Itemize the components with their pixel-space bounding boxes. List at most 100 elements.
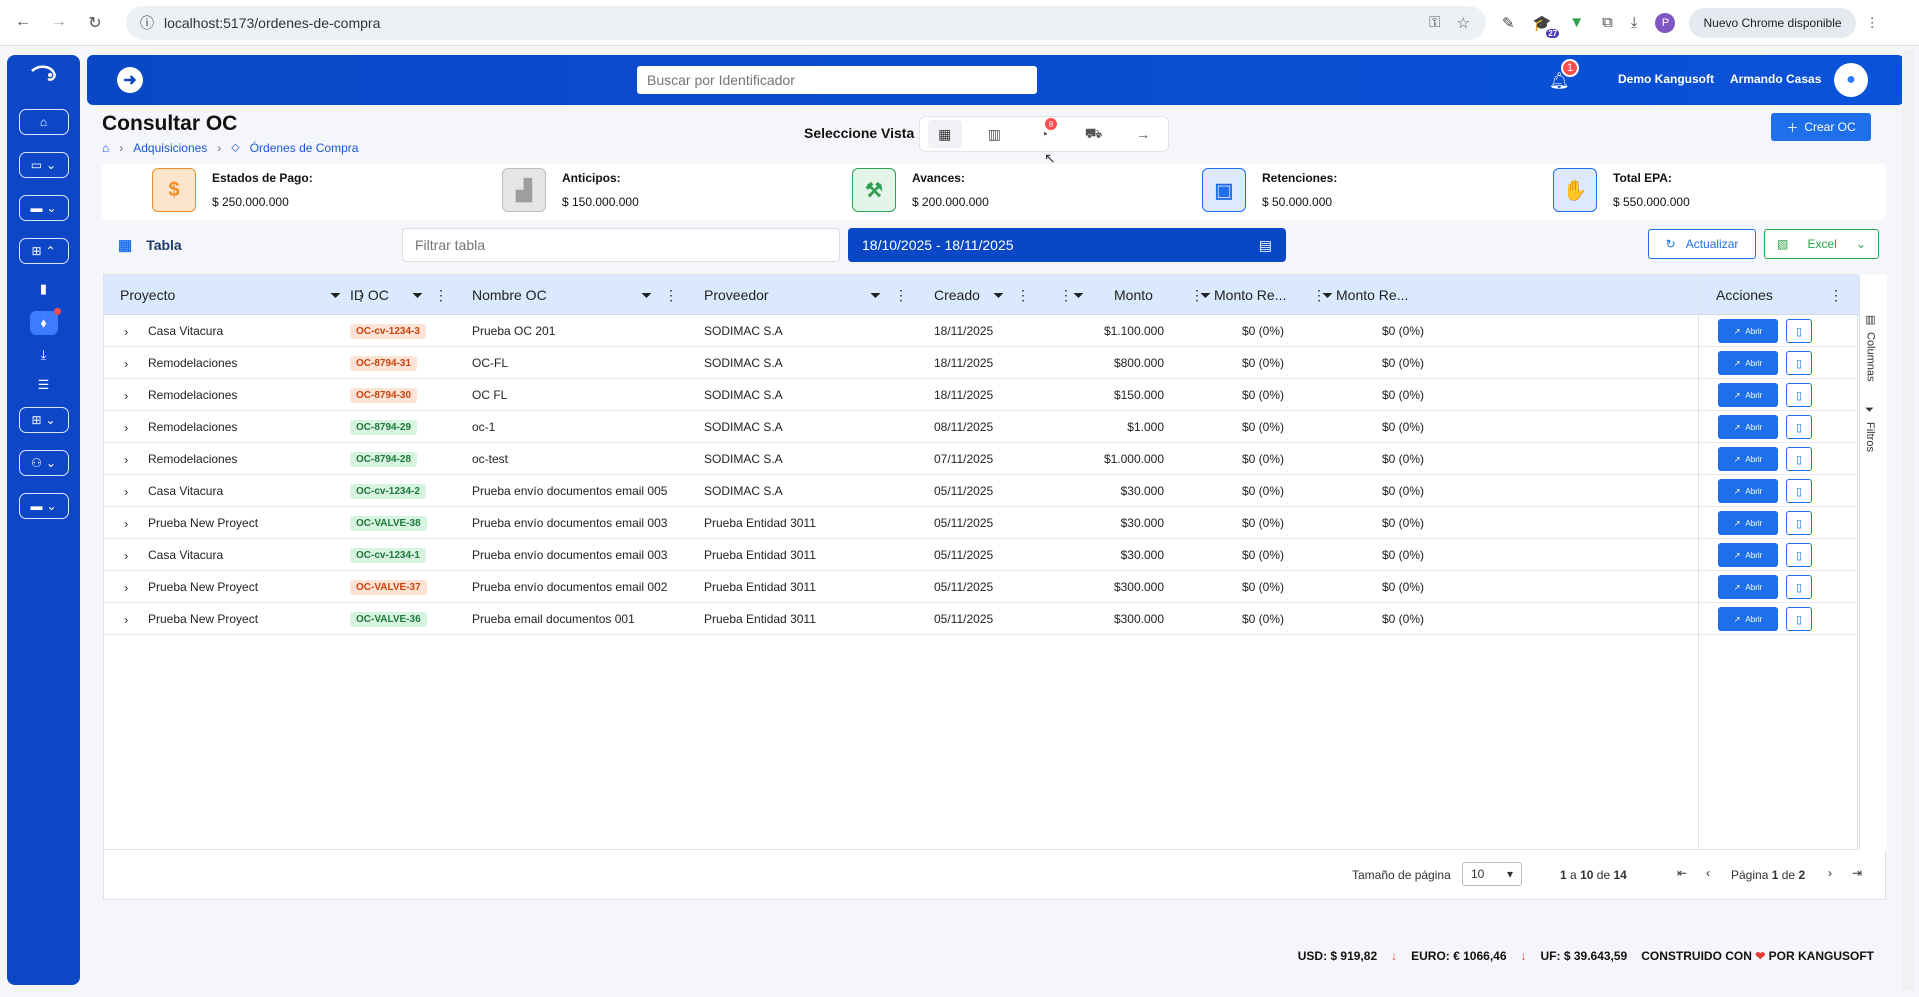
view-approvals-button[interactable]: ◔ 8	[1027, 118, 1061, 148]
filter-icon[interactable]: ⏷	[1073, 275, 1084, 315]
back-icon[interactable]: ←	[14, 13, 32, 33]
puzzle-icon[interactable]: ⧉	[1602, 14, 1613, 31]
chrome-update-button[interactable]: Nuevo Chrome disponible	[1689, 7, 1856, 38]
column-menu-icon[interactable]: ⋮	[1059, 275, 1073, 315]
excel-export-button[interactable]: ▧ Excel ⌄	[1764, 229, 1879, 259]
open-oc-button[interactable]: ↗ Abrir	[1718, 575, 1778, 599]
oc-status-pill[interactable]: OC-VALVE-36	[350, 611, 427, 627]
address-bar[interactable]: ⓘ localhost:5173/ordenes-de-compra ⚿ ☆	[126, 5, 1486, 40]
col-id-oc[interactable]: ID OC	[350, 275, 389, 315]
graduation-extension-icon[interactable]: 🎓 27	[1533, 14, 1560, 38]
open-oc-button[interactable]: ↗ Abrir	[1718, 607, 1778, 631]
columns-tool[interactable]: ▥ Columnas	[1864, 313, 1877, 382]
star-icon[interactable]: ☆	[1457, 14, 1470, 32]
sidebar-file-item[interactable]: ▮	[40, 281, 47, 297]
oc-status-pill[interactable]: OC-cv-1234-1	[350, 547, 426, 563]
pdf-button[interactable]: ▯	[1786, 575, 1812, 599]
reload-icon[interactable]: ↻	[86, 13, 104, 33]
cell-id-oc[interactable]: OC-VALVE-36	[350, 603, 427, 635]
home-icon[interactable]: ⌂	[102, 141, 109, 155]
pdf-button[interactable]: ▯	[1786, 415, 1812, 439]
cell-id-oc[interactable]: OC-8794-31	[350, 347, 418, 379]
oc-status-pill[interactable]: OC-8794-28	[350, 451, 418, 467]
table-row[interactable]: › Casa Vitacura OC-cv-1234-1 Prueba envío d…	[104, 539, 1859, 571]
oc-status-pill[interactable]: OC-VALVE-37	[350, 579, 427, 595]
filter-icon[interactable]: ⏷	[1322, 275, 1333, 315]
column-menu-icon[interactable]: ⋮	[434, 275, 448, 315]
table-row[interactable]: › Remodelaciones OC-8794-31 OC-FL SODIMAC S.…	[104, 347, 1859, 379]
pen-extension-icon[interactable]: ✎	[1502, 14, 1515, 32]
column-menu-icon[interactable]: ⋮	[1829, 275, 1843, 315]
next-page-icon[interactable]: ›	[1828, 866, 1832, 880]
url-text[interactable]: localhost:5173/ordenes-de-compra	[164, 15, 380, 31]
view-cart-button[interactable]: ⛟	[1077, 120, 1111, 148]
filter-icon[interactable]: ⏷	[993, 275, 1004, 315]
toggle-sidebar-button[interactable]: ➜	[117, 67, 143, 93]
open-oc-button[interactable]: ↗ Abrir	[1718, 511, 1778, 535]
table-row[interactable]: › Prueba New Proyect OC-VALVE-38 Prueba env…	[104, 507, 1859, 539]
key-icon[interactable]: ⚿	[1429, 14, 1440, 32]
open-oc-button[interactable]: ↗ Abrir	[1718, 319, 1778, 343]
open-oc-button[interactable]: ↗ Abrir	[1718, 351, 1778, 375]
cell-id-oc[interactable]: OC-VALVE-38	[350, 507, 427, 539]
filters-tool[interactable]: ⏷ Filtros	[1864, 405, 1876, 452]
breadcrumb-ordenes[interactable]: Órdenes de Compra	[250, 141, 359, 155]
col-nombre-oc[interactable]: Nombre OC	[472, 275, 547, 315]
expand-row-icon[interactable]: ›	[124, 475, 128, 507]
oc-status-pill[interactable]: OC-VALVE-38	[350, 515, 427, 531]
last-page-icon[interactable]: ⇥	[1852, 866, 1862, 880]
filter-icon[interactable]: ⏷	[870, 275, 881, 315]
col-monto-re-1[interactable]: Monto Re...	[1214, 275, 1286, 315]
breadcrumb-adquisiciones[interactable]: Adquisiciones	[133, 141, 207, 155]
page-size-select[interactable]: 10 ▾	[1462, 862, 1522, 886]
col-acciones[interactable]: Acciones	[1716, 275, 1773, 315]
pdf-button[interactable]: ▯	[1786, 543, 1812, 567]
pdf-button[interactable]: ▯	[1786, 319, 1812, 343]
chrome-menu-icon[interactable]: ⋮	[1866, 15, 1879, 31]
view-forward-button[interactable]: →	[1126, 120, 1160, 148]
sidebar-download-item[interactable]: ⤓	[41, 347, 47, 363]
view-chart-button[interactable]: ▥	[977, 120, 1011, 148]
col-proyecto[interactable]: Proyecto	[120, 275, 175, 315]
table-row[interactable]: › Prueba New Proyect OC-VALVE-36 Prueba ema…	[104, 603, 1859, 635]
table-row[interactable]: › Casa Vitacura OC-cv-1234-2 Prueba envío d…	[104, 475, 1859, 507]
user-name[interactable]: Armando Casas	[1730, 72, 1821, 86]
table-row[interactable]: › Remodelaciones OC-8794-28 oc-test SODIMAC …	[104, 443, 1859, 475]
view-table-button[interactable]: ▦	[927, 120, 962, 148]
column-menu-icon[interactable]: ⋮	[1016, 275, 1030, 315]
col-monto-re-2[interactable]: Monto Re...	[1336, 275, 1408, 315]
sidebar-users-menu[interactable]: ⚇ ⌄	[18, 450, 69, 476]
filter-icon[interactable]: ⏷	[641, 275, 652, 315]
table-filter-input[interactable]	[402, 228, 840, 262]
open-oc-button[interactable]: ↗ Abrir	[1718, 383, 1778, 407]
prev-page-icon[interactable]: ‹	[1706, 866, 1710, 880]
pdf-button[interactable]: ▯	[1786, 511, 1812, 535]
open-oc-button[interactable]: ↗ Abrir	[1718, 543, 1778, 567]
cell-id-oc[interactable]: OC-VALVE-37	[350, 571, 427, 603]
site-info-icon[interactable]: ⓘ	[140, 13, 154, 33]
expand-row-icon[interactable]: ›	[124, 379, 128, 411]
expand-row-icon[interactable]: ›	[124, 539, 128, 571]
expand-row-icon[interactable]: ›	[124, 571, 128, 603]
sidebar-folder2-menu[interactable]: ▬ ⌄	[18, 493, 69, 519]
oc-status-pill[interactable]: OC-8794-29	[350, 419, 418, 435]
notifications-button[interactable]: 🔔︎ 1	[1549, 59, 1579, 91]
forward-icon[interactable]: →	[50, 13, 68, 33]
col-monto[interactable]: Monto	[1114, 275, 1153, 315]
table-row[interactable]: › Remodelaciones OC-8794-29 oc-1 SODIMAC S.A…	[104, 411, 1859, 443]
profile-avatar[interactable]: P	[1655, 12, 1676, 33]
sidebar-monitor-menu[interactable]: ▭ ⌄	[18, 152, 69, 178]
oc-status-pill[interactable]: OC-8794-30	[350, 387, 418, 403]
col-proveedor[interactable]: Proveedor	[704, 275, 769, 315]
oc-status-pill[interactable]: OC-8794-31	[350, 355, 418, 371]
table-row[interactable]: › Prueba New Proyect OC-VALVE-37 Prueba env…	[104, 571, 1859, 603]
sidebar-folder-menu[interactable]: ▬ ⌄	[18, 195, 69, 221]
table-row[interactable]: › Casa Vitacura OC-cv-1234-3 Prueba OC 201 S…	[104, 315, 1859, 347]
sidebar-list-item[interactable]: ☰	[38, 377, 50, 393]
cell-id-oc[interactable]: OC-8794-28	[350, 443, 418, 475]
pdf-button[interactable]: ▯	[1786, 351, 1812, 375]
sidebar-structure-menu[interactable]: ⊞ ⌄	[18, 407, 69, 433]
first-page-icon[interactable]: ⇤	[1677, 866, 1687, 880]
expand-row-icon[interactable]: ›	[124, 347, 128, 379]
sidebar-ordenes-compra-item[interactable]: ⬧	[29, 308, 61, 335]
